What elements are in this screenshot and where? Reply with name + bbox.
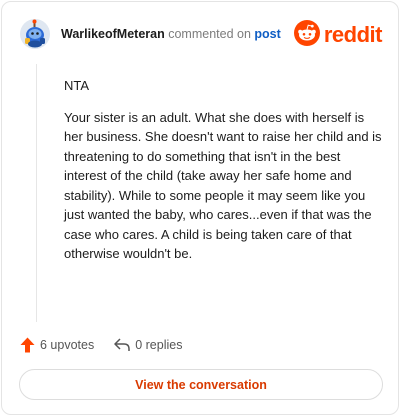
upvotes-label: 6 upvotes [40, 338, 95, 352]
view-conversation-label: View the conversation [135, 377, 267, 392]
comment-header: WarlikeofMeteran commented on post reddi… [20, 17, 383, 53]
upvotes-stat[interactable]: 6 upvotes [20, 337, 94, 353]
action-text: commented on [168, 27, 251, 41]
reddit-logo[interactable]: reddit [293, 19, 383, 51]
reddit-snoo-icon [293, 19, 320, 51]
comment-meta: 6 upvotes 0 replies [20, 335, 182, 355]
replies-stat[interactable]: 0 replies [114, 338, 182, 352]
thread-line [36, 64, 37, 322]
comment-paragraph: NTA [64, 78, 90, 93]
comment-embed-card: WarlikeofMeteran commented on post reddi… [1, 1, 399, 415]
snoo-avatar-icon[interactable] [20, 19, 50, 49]
view-conversation-button[interactable]: View the conversation [19, 369, 383, 400]
reply-arrow-icon [114, 338, 130, 352]
username-link[interactable]: WarlikeofMeteran [61, 27, 165, 41]
comment-paragraph: Your sister is an adult. What she does w… [64, 109, 382, 262]
reddit-wordmark: reddit [323, 22, 383, 47]
upvote-arrow-icon [20, 337, 35, 353]
comment-attribution: WarlikeofMeteran commented on post [61, 27, 281, 41]
post-link[interactable]: post [254, 27, 280, 41]
comment-body: NTA Your sister is an adult. What she do… [64, 76, 384, 276]
replies-label: 0 replies [135, 338, 183, 352]
